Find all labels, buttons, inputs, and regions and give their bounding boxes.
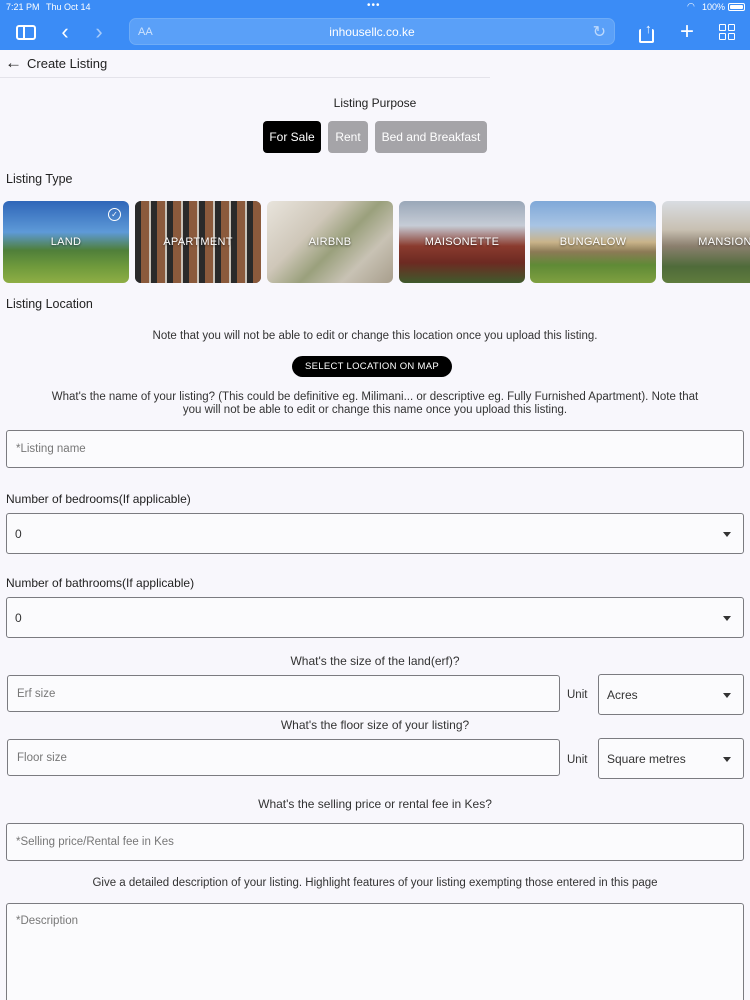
chevron-down-icon <box>723 531 731 537</box>
type-label-bungalow: BUNGALOW <box>559 236 627 248</box>
floor-size-question: What's the floor size of your listing? <box>280 718 470 732</box>
floor-unit-select[interactable]: Square metres <box>598 738 744 779</box>
tab-overview-icon[interactable] <box>716 18 738 46</box>
back-arrow-icon[interactable]: ← <box>5 53 22 73</box>
url-text: inhousellc.co.ke <box>329 25 415 39</box>
land-unit-label: Unit <box>567 689 588 701</box>
price-question: What's the selling price or rental fee i… <box>258 797 492 811</box>
status-time: 7:21 PM <box>6 2 40 12</box>
status-date: Thu Oct 14 <box>46 2 91 12</box>
type-card-land[interactable]: LAND ✓ <box>3 201 129 283</box>
bedrooms-select[interactable]: 0 <box>6 513 744 554</box>
bathrooms-label: Number of bathrooms(If applicable) <box>6 576 195 590</box>
type-label-apartment: APARTMENT <box>163 236 233 248</box>
listing-purpose-title: Listing Purpose <box>333 96 417 110</box>
purpose-rent-button[interactable]: Rent <box>328 121 368 153</box>
page-title: Create Listing <box>27 56 108 71</box>
address-bar[interactable]: AA inhousellc.co.ke ↻ <box>129 18 615 45</box>
description-question: Give a detailed description of your list… <box>92 877 658 889</box>
wifi-icon: ◠ <box>687 1 695 11</box>
battery-icon <box>728 3 745 11</box>
page-header: ← Create Listing <box>0 50 490 78</box>
status-bar: 7:21 PM Thu Oct 14 ••• ◠ 100% <box>0 0 750 14</box>
select-location-button[interactable]: SELECT LOCATION ON MAP <box>292 356 452 377</box>
browser-toolbar: ‹ › AA inhousellc.co.ke ↻ ↑ + <box>0 14 750 50</box>
share-icon[interactable]: ↑ <box>634 18 658 46</box>
listing-location-title: Listing Location <box>6 297 93 311</box>
type-card-bungalow[interactable]: BUNGALOW <box>530 201 656 283</box>
price-input[interactable]: *Selling price/Rental fee in Kes <box>6 823 744 861</box>
land-unit-value: Acres <box>607 687 638 702</box>
listing-name-question-line1: What's the name of your listing? (This c… <box>51 391 699 403</box>
purpose-for-sale-button[interactable]: For Sale <box>263 121 321 153</box>
chevron-down-icon <box>723 756 731 762</box>
listing-type-title: Listing Type <box>6 172 73 186</box>
listing-name-input[interactable]: *Listing name <box>6 430 744 468</box>
chevron-down-icon <box>723 692 731 698</box>
location-note: Note that you will not be able to edit o… <box>152 330 598 342</box>
bedrooms-value: 0 <box>15 526 22 541</box>
browser-back-icon[interactable]: ‹ <box>54 18 76 46</box>
land-size-question: What's the size of the land(erf)? <box>290 654 460 668</box>
multitasking-dots-icon[interactable]: ••• <box>367 0 381 11</box>
type-card-maisonette[interactable]: MAISONETTE <box>399 201 525 283</box>
type-label-land: LAND <box>50 236 82 248</box>
browser-forward-icon[interactable]: › <box>88 18 110 46</box>
land-unit-select[interactable]: Acres <box>598 674 744 715</box>
bathrooms-value: 0 <box>15 610 22 625</box>
type-label-mansion: MANSION <box>698 236 750 248</box>
selected-check-icon: ✓ <box>108 208 121 221</box>
chevron-down-icon <box>723 615 731 621</box>
reload-icon[interactable]: ↻ <box>593 22 606 42</box>
new-tab-icon[interactable]: + <box>676 18 698 46</box>
erf-size-input[interactable]: Erf size <box>7 675 560 712</box>
floor-unit-value: Square metres <box>607 751 686 766</box>
type-label-airbnb: AIRBNB <box>308 236 352 248</box>
type-label-maisonette: MAISONETTE <box>424 236 500 248</box>
type-card-apartment[interactable]: APARTMENT <box>135 201 261 283</box>
bathrooms-select[interactable]: 0 <box>6 597 744 638</box>
purpose-bnb-button[interactable]: Bed and Breakfast <box>375 121 487 153</box>
description-textarea[interactable]: *Description <box>6 903 744 1000</box>
battery-percentage: 100% <box>702 2 726 12</box>
type-card-mansion[interactable]: MANSION <box>662 201 750 283</box>
sidebar-toggle-icon[interactable] <box>14 18 38 46</box>
type-card-airbnb[interactable]: AIRBNB <box>267 201 393 283</box>
bedrooms-label: Number of bedrooms(If applicable) <box>6 492 191 506</box>
listing-name-question-line2: you will not be able to edit or change t… <box>182 404 568 416</box>
floor-unit-label: Unit <box>567 754 588 766</box>
floor-size-input[interactable]: Floor size <box>7 739 560 776</box>
